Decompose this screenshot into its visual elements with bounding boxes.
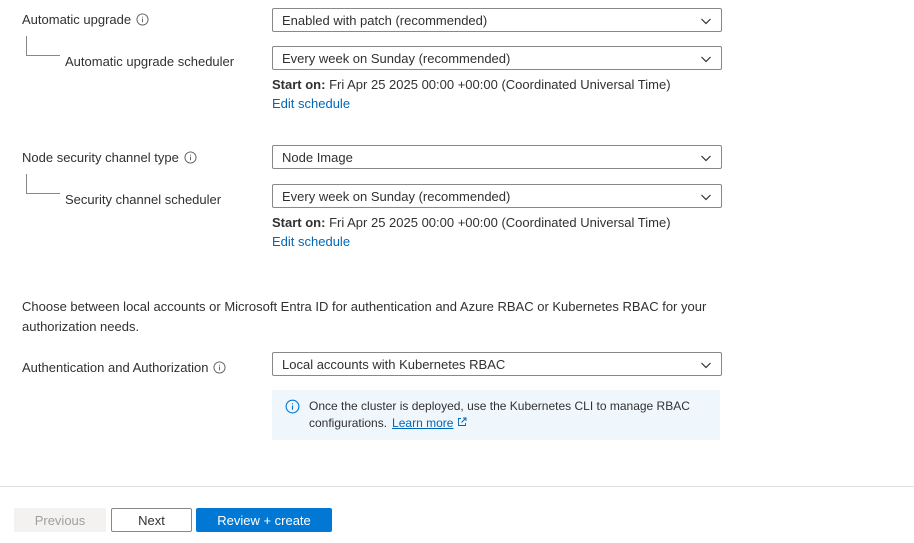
security-channel-scheduler-dropdown[interactable]: Every week on Sunday (recommended) <box>272 184 722 208</box>
tree-connector <box>26 36 60 56</box>
review-create-button[interactable]: Review + create <box>196 508 332 532</box>
upgrade-start-on-label: Start on: <box>272 77 326 92</box>
chevron-down-icon <box>700 191 712 203</box>
auth-label: Authentication and Authorization <box>22 360 227 375</box>
info-icon <box>285 399 300 414</box>
automatic-upgrade-label: Automatic upgrade <box>22 12 149 27</box>
auth-info-box: Once the cluster is deployed, use the Ku… <box>272 390 720 440</box>
chevron-down-icon <box>700 359 712 371</box>
node-security-channel-type-label: Node security channel type <box>22 150 197 165</box>
auth-value: Local accounts with Kubernetes RBAC <box>282 356 506 372</box>
security-channel-scheduler-label-text: Security channel scheduler <box>65 192 222 207</box>
info-icon[interactable] <box>184 151 197 164</box>
automatic-upgrade-scheduler-value: Every week on Sunday (recommended) <box>282 50 511 66</box>
learn-more-link[interactable]: Learn more <box>392 416 453 430</box>
security-start-on: Start on: Fri Apr 25 2025 00:00 +00:00 (… <box>272 215 671 230</box>
automatic-upgrade-dropdown[interactable]: Enabled with patch (recommended) <box>272 8 722 32</box>
upgrade-start-on-value: Fri Apr 25 2025 00:00 +00:00 (Coordinate… <box>329 77 671 92</box>
security-start-on-label: Start on: <box>272 215 326 230</box>
security-channel-scheduler-value: Every week on Sunday (recommended) <box>282 188 511 204</box>
chevron-down-icon <box>700 53 712 65</box>
automatic-upgrade-scheduler-label: Automatic upgrade scheduler <box>65 54 234 69</box>
auth-description: Choose between local accounts or Microso… <box>22 299 707 334</box>
node-security-channel-type-value: Node Image <box>282 149 353 165</box>
info-icon[interactable] <box>213 361 227 374</box>
automatic-upgrade-scheduler-dropdown[interactable]: Every week on Sunday (recommended) <box>272 46 722 70</box>
info-icon[interactable] <box>136 13 149 26</box>
node-security-channel-type-dropdown[interactable]: Node Image <box>272 145 722 169</box>
node-security-channel-type-label-text: Node security channel type <box>22 150 179 165</box>
auth-label-text: Authentication and Authorization <box>22 360 209 375</box>
automatic-upgrade-scheduler-label-text: Automatic upgrade scheduler <box>65 54 235 69</box>
previous-button[interactable]: Previous <box>14 508 106 532</box>
security-edit-schedule-link[interactable]: Edit schedule <box>272 234 350 249</box>
security-channel-scheduler-label: Security channel scheduler <box>65 192 221 207</box>
automatic-upgrade-value: Enabled with patch (recommended) <box>282 12 488 28</box>
chevron-down-icon <box>700 152 712 164</box>
upgrade-start-on: Start on: Fri Apr 25 2025 00:00 +00:00 (… <box>272 77 671 92</box>
automatic-upgrade-label-text: Automatic upgrade <box>22 12 132 27</box>
tree-connector <box>26 174 60 194</box>
next-button[interactable]: Next <box>111 508 192 532</box>
auth-dropdown[interactable]: Local accounts with Kubernetes RBAC <box>272 352 722 376</box>
external-link-icon <box>457 417 467 427</box>
auth-info-text: Once the cluster is deployed, use the Ku… <box>309 399 690 430</box>
footer-divider <box>0 486 914 487</box>
upgrade-edit-schedule-link[interactable]: Edit schedule <box>272 96 350 111</box>
chevron-down-icon <box>700 15 712 27</box>
security-start-on-value: Fri Apr 25 2025 00:00 +00:00 (Coordinate… <box>329 215 671 230</box>
